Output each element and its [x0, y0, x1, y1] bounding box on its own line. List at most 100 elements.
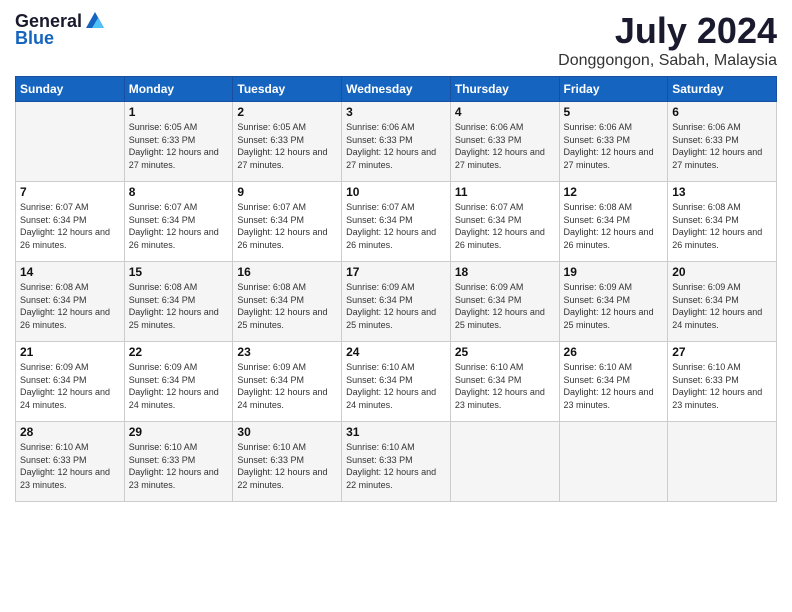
day-number: 18 — [455, 265, 555, 279]
col-sunday: Sunday — [16, 77, 125, 102]
day-number: 10 — [346, 185, 446, 199]
day-info: Sunrise: 6:07 AMSunset: 6:34 PMDaylight:… — [455, 201, 555, 251]
table-row: 6Sunrise: 6:06 AMSunset: 6:33 PMDaylight… — [668, 102, 777, 182]
day-info: Sunrise: 6:05 AMSunset: 6:33 PMDaylight:… — [237, 121, 337, 171]
day-number: 4 — [455, 105, 555, 119]
day-info: Sunrise: 6:07 AMSunset: 6:34 PMDaylight:… — [129, 201, 229, 251]
table-row: 26Sunrise: 6:10 AMSunset: 6:34 PMDayligh… — [559, 342, 668, 422]
day-info: Sunrise: 6:07 AMSunset: 6:34 PMDaylight:… — [20, 201, 120, 251]
day-info: Sunrise: 6:07 AMSunset: 6:34 PMDaylight:… — [237, 201, 337, 251]
table-row: 27Sunrise: 6:10 AMSunset: 6:33 PMDayligh… — [668, 342, 777, 422]
col-friday: Friday — [559, 77, 668, 102]
week-row-4: 28 Sunrise: 6:10 AMSunset: 6:33 PMDayligh… — [16, 422, 777, 502]
table-row: 16 Sunrise: 6:08 AMSunset: 6:34 PMDayligh… — [233, 262, 342, 342]
day-number: 2 — [237, 105, 337, 119]
day-number: 31 — [346, 425, 446, 439]
table-row: 23 Sunrise: 6:09 AMSunset: 6:34 PMDayligh… — [233, 342, 342, 422]
day-info: Sunrise: 6:09 AMSunset: 6:34 PMDaylight:… — [20, 361, 120, 411]
day-number: 28 — [20, 425, 120, 439]
title-area: July 2024 Donggongon, Sabah, Malaysia — [558, 10, 777, 70]
day-info: Sunrise: 6:08 AMSunset: 6:34 PMDaylight:… — [237, 281, 337, 331]
day-number: 1 — [129, 105, 229, 119]
day-info: Sunrise: 6:09 AMSunset: 6:34 PMDaylight:… — [346, 281, 446, 331]
table-row: 29 Sunrise: 6:10 AMSunset: 6:33 PMDayligh… — [124, 422, 233, 502]
day-info: Sunrise: 6:08 AMSunset: 6:34 PMDaylight:… — [564, 201, 664, 251]
day-number: 12 — [564, 185, 664, 199]
day-info: Sunrise: 6:09 AMSunset: 6:34 PMDaylight:… — [564, 281, 664, 331]
main-container: General Blue July 2024 Donggongon, Sabah… — [0, 0, 792, 612]
calendar-table: Sunday Monday Tuesday Wednesday Thursday… — [15, 76, 777, 502]
table-row: 12 Sunrise: 6:08 AMSunset: 6:34 PMDayligh… — [559, 182, 668, 262]
table-row: 28Sunrise: 6:10 AMSunset: 6:33 PMDayligh… — [16, 422, 125, 502]
day-number: 27 — [672, 345, 772, 359]
table-row: 4 Sunrise: 6:06 AMSunset: 6:33 PMDaylight… — [450, 102, 559, 182]
subtitle: Donggongon, Sabah, Malaysia — [558, 52, 777, 70]
header: General Blue July 2024 Donggongon, Sabah… — [15, 10, 777, 70]
day-number: 11 — [455, 185, 555, 199]
day-number: 29 — [129, 425, 229, 439]
day-number: 21 — [20, 345, 120, 359]
calendar-header-row: Sunday Monday Tuesday Wednesday Thursday… — [16, 77, 777, 102]
table-row: 21 Sunrise: 6:09 AMSunset: 6:34 PMDayligh… — [16, 342, 125, 422]
table-row: 9 Sunrise: 6:07 AMSunset: 6:34 PMDaylight… — [233, 182, 342, 262]
day-number: 13 — [672, 185, 772, 199]
week-row-2: 14 Sunrise: 6:08 AMSunset: 6:34 PMDayligh… — [16, 262, 777, 342]
logo-blue: Blue — [15, 28, 54, 49]
day-number: 23 — [237, 345, 337, 359]
table-row: 24 Sunrise: 6:10 AMSunset: 6:34 PMDayligh… — [342, 342, 451, 422]
table-row: 25 Sunrise: 6:10 AMSunset: 6:34 PMDayligh… — [450, 342, 559, 422]
logo-icon — [84, 10, 106, 32]
day-info: Sunrise: 6:10 AMSunset: 6:34 PMDaylight:… — [455, 361, 555, 411]
table-row: 5Sunrise: 6:06 AMSunset: 6:33 PMDaylight… — [559, 102, 668, 182]
day-number: 15 — [129, 265, 229, 279]
day-info: Sunrise: 6:09 AMSunset: 6:34 PMDaylight:… — [237, 361, 337, 411]
day-number: 14 — [20, 265, 120, 279]
main-title: July 2024 — [558, 10, 777, 52]
day-info: Sunrise: 6:09 AMSunset: 6:34 PMDaylight:… — [672, 281, 772, 331]
day-info: Sunrise: 6:08 AMSunset: 6:34 PMDaylight:… — [20, 281, 120, 331]
day-info: Sunrise: 6:10 AMSunset: 6:33 PMDaylight:… — [129, 441, 229, 491]
table-row: 11 Sunrise: 6:07 AMSunset: 6:34 PMDayligh… — [450, 182, 559, 262]
day-number: 3 — [346, 105, 446, 119]
table-row: 15 Sunrise: 6:08 AMSunset: 6:34 PMDayligh… — [124, 262, 233, 342]
day-info: Sunrise: 6:06 AMSunset: 6:33 PMDaylight:… — [346, 121, 446, 171]
day-number: 5 — [564, 105, 664, 119]
table-row: 10 Sunrise: 6:07 AMSunset: 6:34 PMDayligh… — [342, 182, 451, 262]
table-row — [450, 422, 559, 502]
day-info: Sunrise: 6:08 AMSunset: 6:34 PMDaylight:… — [672, 201, 772, 251]
day-info: Sunrise: 6:08 AMSunset: 6:34 PMDaylight:… — [129, 281, 229, 331]
day-number: 6 — [672, 105, 772, 119]
table-row: 31Sunrise: 6:10 AMSunset: 6:33 PMDayligh… — [342, 422, 451, 502]
day-number: 19 — [564, 265, 664, 279]
table-row: 13 Sunrise: 6:08 AMSunset: 6:34 PMDayligh… — [668, 182, 777, 262]
day-number: 9 — [237, 185, 337, 199]
day-info: Sunrise: 6:06 AMSunset: 6:33 PMDaylight:… — [455, 121, 555, 171]
logo: General Blue — [15, 10, 106, 49]
day-info: Sunrise: 6:10 AMSunset: 6:34 PMDaylight:… — [346, 361, 446, 411]
table-row: 17 Sunrise: 6:09 AMSunset: 6:34 PMDayligh… — [342, 262, 451, 342]
day-number: 25 — [455, 345, 555, 359]
week-row-1: 7Sunrise: 6:07 AMSunset: 6:34 PMDaylight… — [16, 182, 777, 262]
table-row — [668, 422, 777, 502]
day-info: Sunrise: 6:07 AMSunset: 6:34 PMDaylight:… — [346, 201, 446, 251]
day-number: 24 — [346, 345, 446, 359]
table-row: 30 Sunrise: 6:10 AMSunset: 6:33 PMDayligh… — [233, 422, 342, 502]
day-number: 30 — [237, 425, 337, 439]
table-row: 18 Sunrise: 6:09 AMSunset: 6:34 PMDayligh… — [450, 262, 559, 342]
week-row-3: 21 Sunrise: 6:09 AMSunset: 6:34 PMDayligh… — [16, 342, 777, 422]
week-row-0: 1 Sunrise: 6:05 AMSunset: 6:33 PMDaylight… — [16, 102, 777, 182]
table-row: 22 Sunrise: 6:09 AMSunset: 6:34 PMDayligh… — [124, 342, 233, 422]
table-row — [559, 422, 668, 502]
table-row: 20Sunrise: 6:09 AMSunset: 6:34 PMDayligh… — [668, 262, 777, 342]
day-number: 22 — [129, 345, 229, 359]
day-info: Sunrise: 6:09 AMSunset: 6:34 PMDaylight:… — [455, 281, 555, 331]
col-monday: Monday — [124, 77, 233, 102]
day-info: Sunrise: 6:05 AMSunset: 6:33 PMDaylight:… — [129, 121, 229, 171]
day-info: Sunrise: 6:09 AMSunset: 6:34 PMDaylight:… — [129, 361, 229, 411]
table-row — [16, 102, 125, 182]
day-number: 16 — [237, 265, 337, 279]
col-tuesday: Tuesday — [233, 77, 342, 102]
day-number: 17 — [346, 265, 446, 279]
day-info: Sunrise: 6:10 AMSunset: 6:33 PMDaylight:… — [237, 441, 337, 491]
day-number: 26 — [564, 345, 664, 359]
